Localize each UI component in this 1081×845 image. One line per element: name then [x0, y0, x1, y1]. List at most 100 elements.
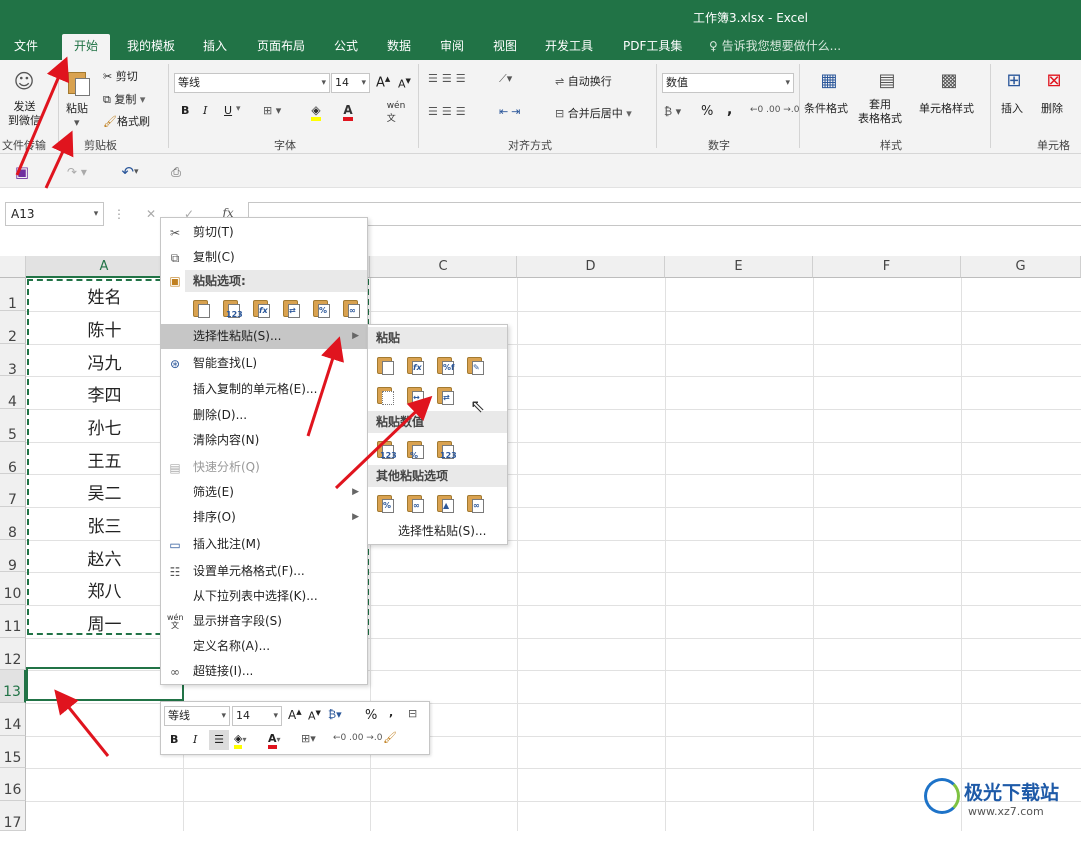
merge-center-button[interactable]: ⊟ 合并后居中 ▾: [555, 105, 632, 121]
conditional-format-button[interactable]: 条件格式: [804, 100, 848, 116]
row-header[interactable]: 14: [0, 703, 26, 736]
menu-item-pick-list[interactable]: 从下拉列表中选择(K)...: [161, 584, 367, 609]
paste-values-icon[interactable]: 123: [373, 437, 397, 461]
column-header-d[interactable]: D: [517, 256, 665, 278]
tab-formulas[interactable]: 公式: [334, 34, 358, 60]
menu-item-smart-lookup[interactable]: ⊛ 智能查找(L): [161, 351, 367, 376]
column-header-f[interactable]: F: [813, 256, 961, 278]
mini-number-format-icon[interactable]: ₿▾: [328, 708, 342, 721]
row-header-active[interactable]: 13: [0, 670, 26, 703]
delete-cells-icon[interactable]: ⊠: [1040, 66, 1068, 94]
row-header[interactable]: 9: [0, 540, 26, 574]
currency-icon[interactable]: ₿ ▾: [664, 105, 681, 118]
paste-option-link-icon[interactable]: ∞: [339, 296, 363, 320]
vertical-align-icons[interactable]: ☰☰☰: [428, 72, 470, 85]
tab-developer[interactable]: 开发工具: [545, 34, 593, 60]
paste-button[interactable]: 粘贴: [66, 100, 88, 116]
mini-format-painter-icon[interactable]: 🖌: [383, 731, 397, 744]
mini-italic-button[interactable]: I: [193, 733, 197, 746]
mini-percent-button[interactable]: %: [365, 708, 377, 723]
save-icon[interactable]: ▣: [12, 162, 32, 182]
copy-button[interactable]: ⧉ 复制 ▾: [103, 91, 145, 107]
mini-font-color-icon[interactable]: A▾: [268, 732, 281, 749]
tell-me-box[interactable]: ♀ 告诉我您想要做什么...: [709, 34, 841, 60]
paste-option-transpose-icon[interactable]: ⇄: [279, 296, 303, 320]
row-header[interactable]: 8: [0, 507, 26, 541]
format-painter-button[interactable]: 🖌格式刷: [103, 113, 150, 129]
paste-option-paste-icon[interactable]: [189, 296, 213, 320]
menu-item-sort[interactable]: 排序(O) ▶: [161, 505, 367, 530]
insert-cells-button[interactable]: 插入: [1001, 100, 1023, 116]
decimal-icons[interactable]: ←0 .00 →.0: [750, 105, 799, 115]
mini-fill-color-icon[interactable]: ◈▾: [234, 732, 246, 749]
mini-shrink-font-icon[interactable]: A▼: [308, 709, 321, 723]
mini-font-select[interactable]: 等线: [164, 706, 230, 726]
mini-grow-font-icon[interactable]: A▲: [288, 708, 302, 722]
paste-all-icon[interactable]: [373, 353, 397, 377]
delete-cells-button[interactable]: 删除: [1041, 100, 1063, 116]
paste-option-formatting-icon[interactable]: %: [309, 296, 333, 320]
row-header[interactable]: 3: [0, 344, 26, 378]
tab-file[interactable]: 文件: [14, 34, 38, 60]
orientation-icon[interactable]: ⟋▾: [499, 72, 512, 86]
row-header[interactable]: 10: [0, 572, 26, 605]
redo-icon[interactable]: ↷ ▾: [62, 162, 92, 182]
mini-table-icon[interactable]: ⊟: [408, 707, 417, 720]
row-header[interactable]: 11: [0, 605, 26, 638]
formula-input[interactable]: [248, 202, 1081, 226]
paste-picture-icon[interactable]: ▲: [433, 491, 457, 515]
menu-item-insert-comment[interactable]: ▭ 插入批注(M): [161, 532, 367, 557]
paste-keep-source-icon[interactable]: ✎: [463, 353, 487, 377]
paste-formulas-icon[interactable]: fx: [403, 353, 427, 377]
shrink-font-icon[interactable]: A▼: [398, 77, 411, 91]
row-header[interactable]: 17: [0, 801, 26, 831]
namebox-dropdown-icon[interactable]: ▾: [90, 206, 102, 222]
row-header[interactable]: 4: [0, 376, 26, 410]
insert-cells-icon[interactable]: ⊞: [1000, 66, 1028, 94]
table-format-button[interactable]: 套用 表格格式: [858, 98, 902, 126]
paste-linked-picture-icon[interactable]: ∞: [463, 491, 487, 515]
menu-item-quick-analysis[interactable]: ▤ 快速分析(Q): [161, 455, 367, 480]
mini-bold-button[interactable]: B: [170, 733, 178, 746]
menu-item-filter[interactable]: 筛选(E) ▶: [161, 480, 367, 505]
paste-option-values-icon[interactable]: 123: [219, 296, 243, 320]
mini-size-select[interactable]: 14: [232, 706, 282, 726]
paste-column-widths-icon[interactable]: ↔: [403, 383, 427, 407]
submenu-item-paste-special[interactable]: 选择性粘贴(S)...: [368, 519, 507, 544]
column-header-c[interactable]: C: [370, 256, 517, 278]
paste-values-source-format-icon[interactable]: 123: [433, 437, 457, 461]
fill-color-icon[interactable]: ◈: [306, 102, 326, 122]
print-preview-icon[interactable]: ⎙: [166, 162, 186, 182]
mini-comma-button[interactable]: ,: [389, 706, 393, 719]
horizontal-align-icons[interactable]: ☰☰☰: [428, 105, 470, 118]
menu-item-insert-copied[interactable]: 插入复制的单元格(E)...: [161, 377, 367, 402]
comma-button[interactable]: ,: [727, 102, 732, 118]
row-header[interactable]: 7: [0, 474, 26, 508]
menu-item-format-cells[interactable]: ☷ 设置单元格格式(F)...: [161, 559, 367, 584]
wechat-icon[interactable]: ☺: [8, 66, 40, 96]
row-header[interactable]: 6: [0, 442, 26, 476]
mini-align-center-icon[interactable]: ☰: [209, 730, 229, 750]
paste-values-number-format-icon[interactable]: %: [403, 437, 427, 461]
wrap-text-button[interactable]: ⇌ 自动换行: [555, 73, 612, 89]
column-header-g[interactable]: G: [961, 256, 1081, 278]
tab-page-layout[interactable]: 页面布局: [257, 34, 305, 60]
tab-pdf-tools[interactable]: PDF工具集: [623, 34, 682, 60]
menu-item-hyperlink[interactable]: ∞ 超链接(I)...: [161, 659, 367, 684]
paste-formatting-icon[interactable]: %: [373, 491, 397, 515]
percent-button[interactable]: %: [701, 104, 713, 119]
cancel-entry-icon[interactable]: ✕: [144, 206, 158, 222]
borders-icon[interactable]: ⊞ ▾: [263, 104, 281, 117]
indent-icons[interactable]: ⇤⇥: [499, 105, 523, 118]
tab-view[interactable]: 视图: [493, 34, 517, 60]
paste-formulas-number-format-icon[interactable]: %f: [433, 353, 457, 377]
mini-borders-icon[interactable]: ⊞▾: [301, 732, 316, 745]
row-header[interactable]: 16: [0, 768, 26, 801]
tab-home[interactable]: 开始: [62, 34, 111, 60]
font-color-icon[interactable]: A: [338, 102, 358, 122]
row-header[interactable]: 1: [0, 278, 26, 312]
row-header[interactable]: 2: [0, 311, 26, 345]
tab-insert[interactable]: 插入: [203, 34, 227, 60]
paste-no-borders-icon[interactable]: [373, 383, 397, 407]
menu-item-clear[interactable]: 清除内容(N): [161, 428, 367, 453]
